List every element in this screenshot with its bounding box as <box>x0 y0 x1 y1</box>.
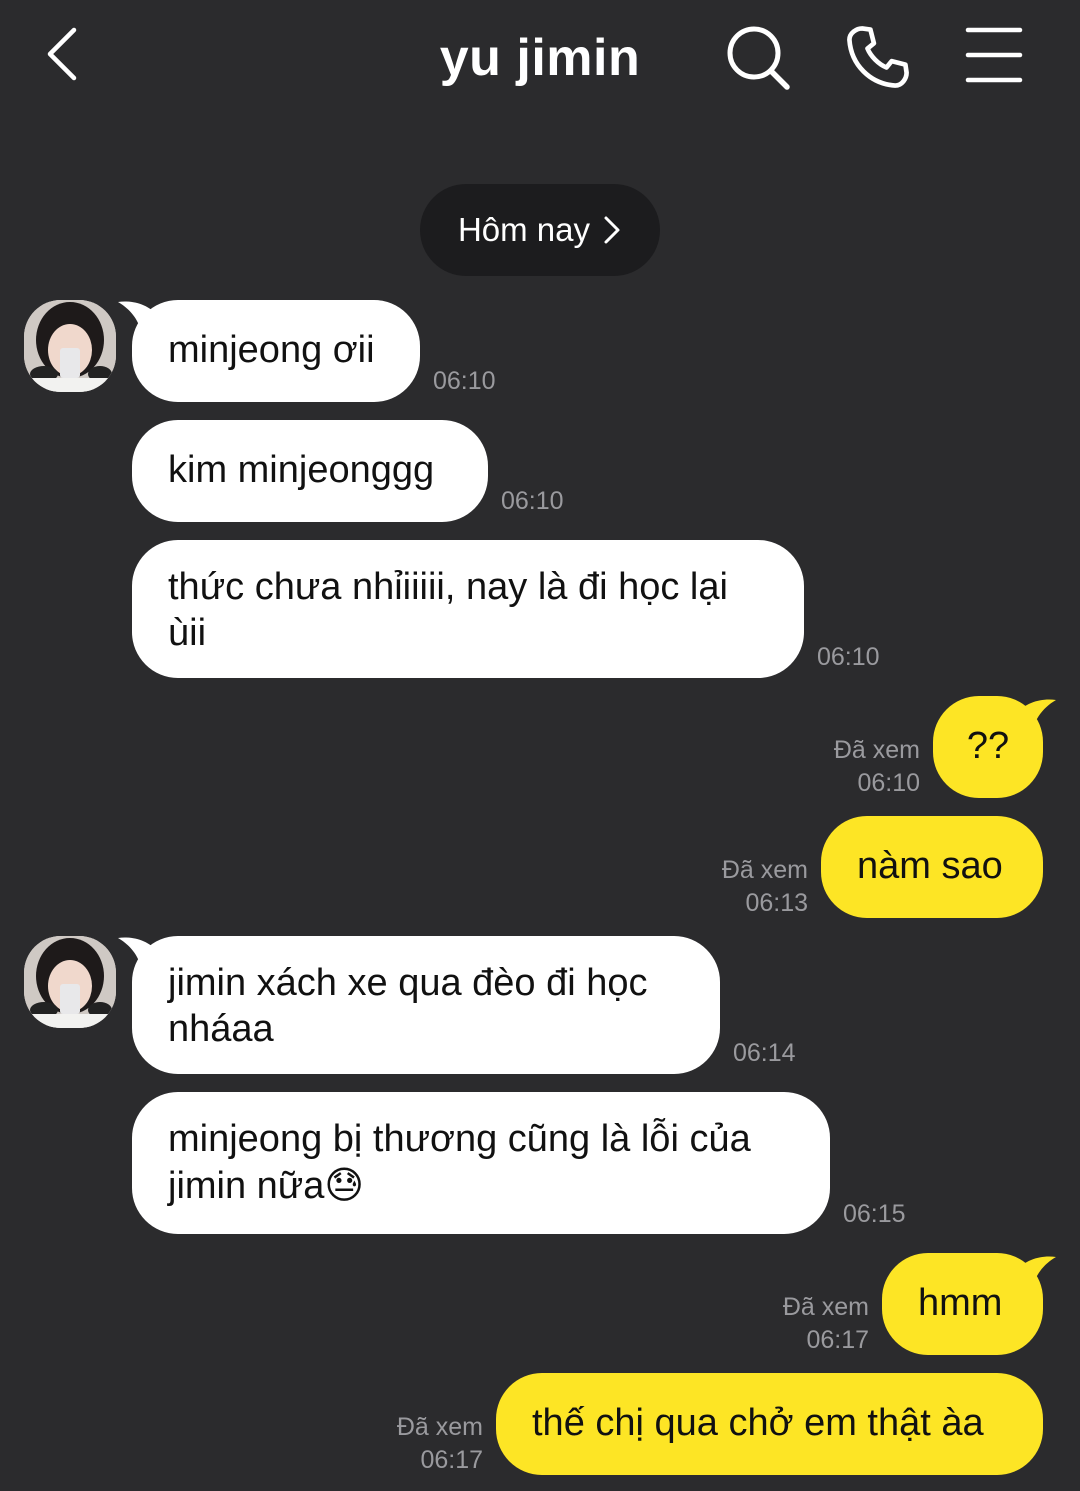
phone-icon <box>847 26 909 88</box>
date-divider-button[interactable]: Hôm nay <box>420 184 660 276</box>
message-time: 06:10 <box>433 367 496 395</box>
avatar-photo <box>24 300 116 392</box>
conversation-title: yu jimin <box>439 29 641 87</box>
message-text: ?? <box>966 725 1010 767</box>
message-time: 06:17 <box>420 1446 483 1474</box>
menu-button[interactable] <box>962 22 1032 92</box>
message-time: 06:17 <box>806 1326 869 1354</box>
message-meta: Đã xem 06:10 <box>780 734 920 800</box>
message-bubble-incoming[interactable]: kim minjeonggg <box>132 420 488 522</box>
message-bubble-incoming[interactable]: minjeong ơii <box>132 300 420 402</box>
message-bubble-outgoing[interactable]: ?? <box>933 696 1043 798</box>
message-meta: Đã xem 06:13 <box>668 854 808 920</box>
message-text: hmm <box>918 1282 1003 1324</box>
read-status: Đã xem <box>721 856 808 884</box>
message-meta: Đã xem 06:17 <box>343 1411 483 1477</box>
sweat-emoji: 😓 <box>324 1163 365 1207</box>
message-bubble-outgoing[interactable]: nàm sao <box>821 816 1043 918</box>
read-status: Đã xem <box>782 1293 869 1321</box>
message-time: 06:10 <box>501 487 564 515</box>
search-button[interactable] <box>724 22 794 92</box>
message-meta: Đã xem 06:17 <box>729 1291 869 1357</box>
message-time: 06:15 <box>843 1200 906 1228</box>
message-time: 06:13 <box>745 889 808 917</box>
read-status: Đã xem <box>396 1413 483 1441</box>
read-status: Đã xem <box>833 736 920 764</box>
message-time: 06:14 <box>733 1039 796 1067</box>
message-time: 06:10 <box>857 769 920 797</box>
menu-icon <box>965 27 1023 83</box>
date-divider-label: Hôm nay <box>457 211 591 248</box>
avatar-photo <box>24 936 116 1028</box>
message-text: kim minjeonggg <box>168 449 435 491</box>
message-text: jimin xách xe qua đèo đi học nháaa <box>168 962 648 1050</box>
chevron-right-icon <box>604 216 620 244</box>
message-text: minjeong bị thương cũng là lỗi của jimin… <box>168 1118 751 1207</box>
message-bubble-incoming[interactable]: jimin xách xe qua đèo đi học nháaa <box>132 936 720 1074</box>
search-icon <box>727 26 790 90</box>
message-bubble-outgoing[interactable]: thế chị qua chở em thật àa <box>496 1373 1043 1475</box>
message-time: 06:10 <box>817 643 880 671</box>
contact-avatar[interactable] <box>24 936 116 1028</box>
message-text: thế chị qua chở em thật àa <box>532 1402 984 1444</box>
message-bubble-incoming[interactable]: thức chưa nhỉiiiii, nay là đi học lại ùi… <box>132 540 804 678</box>
message-text: nàm sao <box>857 845 1003 887</box>
call-button[interactable] <box>843 22 913 92</box>
contact-avatar[interactable] <box>24 300 116 392</box>
message-bubble-incoming[interactable]: minjeong bị thương cũng là lỗi của jimin… <box>132 1092 830 1234</box>
message-text: thức chưa nhỉiiiii, nay là đi học lại ùi… <box>168 566 728 654</box>
message-bubble-outgoing[interactable]: hmm <box>882 1253 1043 1355</box>
message-text: minjeong ơii <box>168 329 375 371</box>
